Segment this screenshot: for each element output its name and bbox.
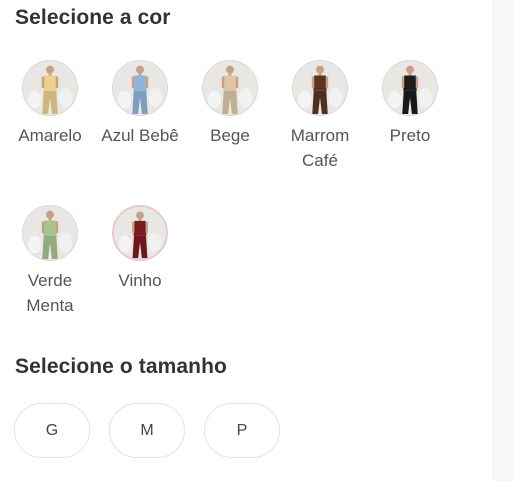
color-label: Amarelo [18, 126, 82, 145]
color-swatch-bege[interactable]: Bege [185, 60, 275, 148]
color-label: Vinho [118, 271, 162, 290]
color-swatch-amarelo[interactable]: Amarelo [5, 60, 95, 148]
color-swatch-verde-menta[interactable]: Verde Menta [5, 205, 95, 318]
color-label: Marrom Café [290, 126, 350, 170]
color-swatch-marrom-cafe[interactable]: Marrom Café [275, 60, 365, 173]
color-label: Verde Menta [26, 271, 74, 315]
swatch-image [22, 60, 78, 116]
swatch-image [22, 205, 78, 261]
swatch-image [202, 60, 258, 116]
size-option-g[interactable]: G [14, 403, 90, 458]
size-section-title: Selecione o tamanho [15, 355, 227, 378]
color-label: Bege [210, 126, 250, 145]
size-option-m[interactable]: M [109, 403, 185, 458]
color-swatch-vinho[interactable]: Vinho [95, 205, 185, 293]
product-options-panel: Selecione a cor Amarelo Azul Bebê Bege M… [0, 0, 514, 481]
swatch-image [382, 60, 438, 116]
swatch-image [112, 205, 168, 261]
swatch-image [112, 60, 168, 116]
color-swatch-azul-bebe[interactable]: Azul Bebê [95, 60, 185, 148]
swatch-image [292, 60, 348, 116]
size-option-p[interactable]: P [204, 403, 280, 458]
color-swatch-preto[interactable]: Preto [365, 60, 455, 148]
color-section-title: Selecione a cor [15, 6, 171, 29]
color-label: Azul Bebê [101, 126, 179, 145]
scroll-gutter [492, 0, 514, 481]
color-label: Preto [389, 126, 431, 145]
